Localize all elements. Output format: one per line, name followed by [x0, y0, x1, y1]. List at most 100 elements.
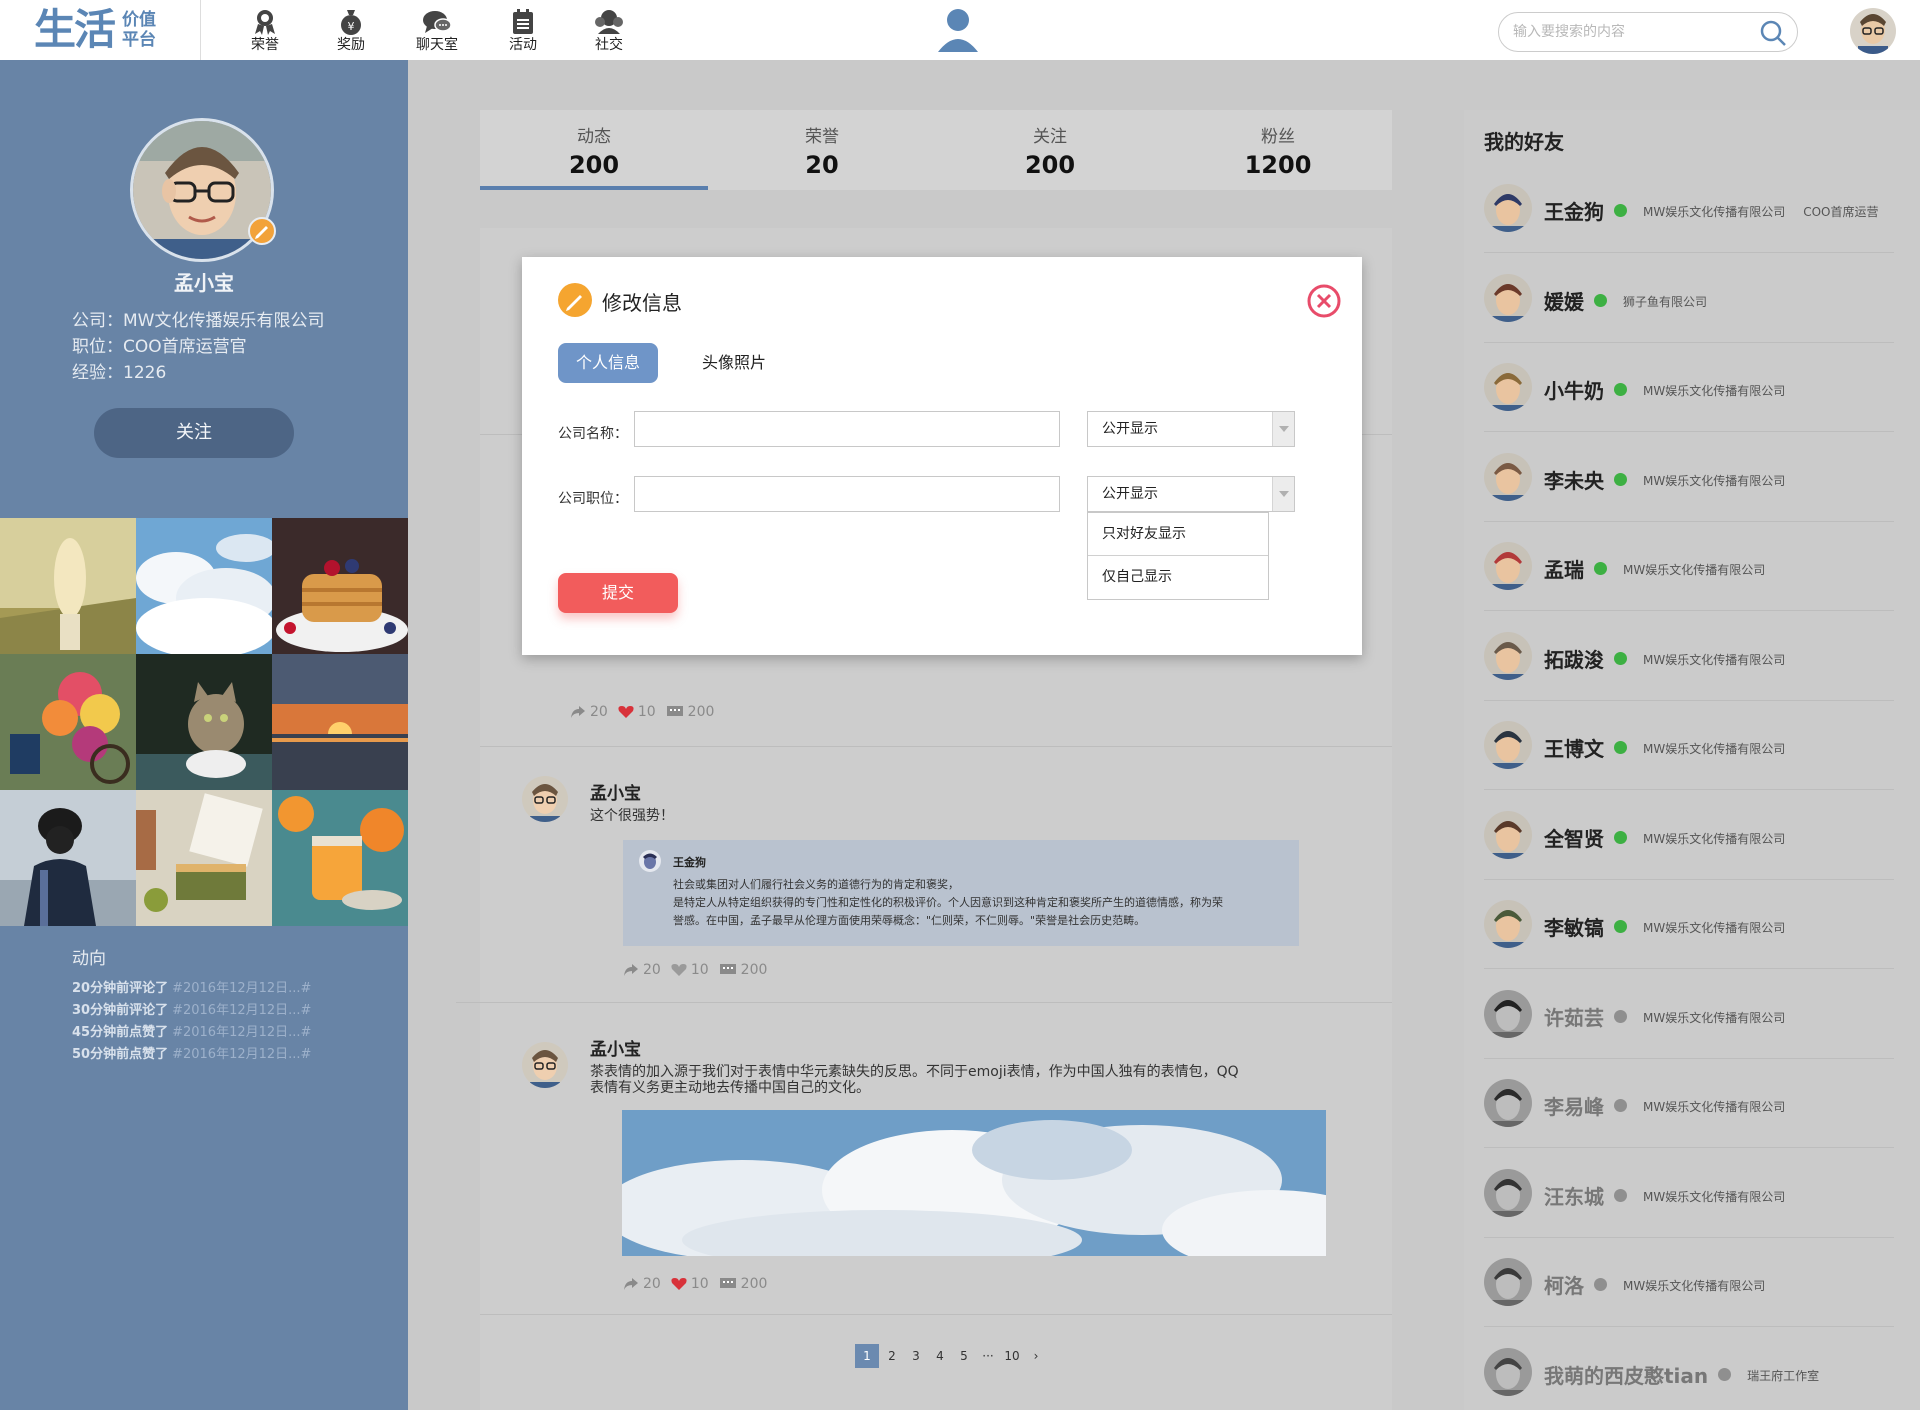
tab-honors[interactable]: 荣誉 20 — [708, 110, 936, 190]
post-author-avatar[interactable] — [522, 776, 568, 822]
edit-avatar-icon[interactable] — [248, 217, 276, 245]
friend-avatar[interactable] — [1484, 989, 1532, 1038]
trend-link[interactable]: #2016年12月12日...# — [172, 978, 311, 1000]
gallery-photo-sunset[interactable] — [272, 654, 408, 790]
current-user-avatar[interactable] — [1850, 8, 1896, 54]
friend-name[interactable]: 李敏镐 — [1544, 916, 1604, 940]
friend-name[interactable]: 柯洛 — [1544, 1274, 1584, 1298]
friend-item[interactable]: 全智贤 MW娱乐文化传播有限公司 — [1484, 791, 1894, 880]
share-button[interactable]: 20 — [570, 704, 608, 720]
nav-item-activity[interactable]: 活动 — [480, 8, 566, 54]
trend-link[interactable]: #2016年12月12日...# — [172, 1022, 311, 1044]
friend-item[interactable]: 孟瑞 MW娱乐文化传播有限公司 — [1484, 522, 1894, 611]
like-button[interactable]: 10 — [671, 1276, 709, 1292]
page-button-last[interactable]: 10 — [1001, 1344, 1023, 1368]
tab-posts[interactable]: 动态 200 — [480, 110, 708, 190]
comment-button[interactable]: 200 — [666, 704, 714, 720]
post-author-name[interactable]: 孟小宝 — [590, 1035, 641, 1060]
comment-button[interactable]: 200 — [719, 962, 767, 978]
gallery-photo-orange-jam[interactable] — [272, 790, 408, 926]
gallery-photo-cat[interactable] — [136, 654, 272, 790]
comment-button[interactable]: 200 — [719, 1276, 767, 1292]
trend-link[interactable]: #2016年12月12日...# — [172, 1000, 311, 1022]
page-button-4[interactable]: 4 — [929, 1344, 951, 1368]
tab-following[interactable]: 关注 200 — [936, 110, 1164, 190]
next-page-button[interactable]: › — [1025, 1344, 1047, 1368]
friend-avatar[interactable] — [1484, 452, 1532, 501]
page-button-2[interactable]: 2 — [881, 1344, 903, 1368]
friend-avatar[interactable] — [1484, 1347, 1532, 1396]
submit-button[interactable]: 提交 — [558, 573, 678, 613]
tab-personal-info[interactable]: 个人信息 — [558, 343, 658, 383]
friend-item[interactable]: 李未央 MW娱乐文化传播有限公司 — [1484, 433, 1894, 522]
company-name-input[interactable] — [634, 411, 1060, 447]
friend-avatar[interactable] — [1484, 1258, 1532, 1306]
friend-avatar[interactable] — [1484, 721, 1532, 769]
position-visibility-select[interactable]: 公开显示 — [1087, 476, 1295, 512]
friend-item[interactable]: 拓跋浚 MW娱乐文化传播有限公司 — [1484, 612, 1894, 701]
page-button-1[interactable]: 1 — [855, 1344, 879, 1368]
post-author-name[interactable]: 孟小宝 — [590, 779, 641, 804]
friend-item[interactable]: 小牛奶 MW娱乐文化传播有限公司 — [1484, 343, 1894, 432]
nav-item-honor[interactable]: 荣誉 — [222, 8, 308, 54]
page-button-3[interactable]: 3 — [905, 1344, 927, 1368]
friend-item[interactable]: 王博文 MW娱乐文化传播有限公司 — [1484, 701, 1894, 790]
gallery-photo-field-girl[interactable] — [0, 518, 136, 654]
page-button-5[interactable]: 5 — [953, 1344, 975, 1368]
friend-avatar[interactable] — [1484, 1168, 1532, 1217]
friend-item[interactable]: 许茹芸 MW娱乐文化传播有限公司 — [1484, 970, 1894, 1059]
friend-name[interactable]: 王博文 — [1544, 737, 1604, 761]
friend-avatar[interactable] — [1484, 1079, 1532, 1127]
gallery-photo-pancakes[interactable] — [272, 518, 408, 654]
friend-name[interactable]: 孟瑞 — [1544, 558, 1584, 582]
nav-item-social[interactable]: 社交 — [566, 8, 652, 54]
close-icon[interactable] — [1306, 283, 1342, 319]
friend-name[interactable]: 拓跋浚 — [1544, 648, 1604, 672]
nav-item-reward[interactable]: ¥ 奖励 — [308, 8, 394, 54]
follow-button[interactable]: 关注 — [94, 408, 294, 458]
trend-link[interactable]: #2016年12月12日...# — [172, 1044, 311, 1066]
friend-name[interactable]: 小牛奶 — [1544, 379, 1604, 403]
user-center-icon[interactable] — [938, 8, 978, 54]
friend-name[interactable]: 李易峰 — [1544, 1095, 1604, 1119]
friend-avatar[interactable] — [1484, 900, 1532, 948]
friend-item[interactable]: 柯洛 MW娱乐文化传播有限公司 — [1484, 1238, 1894, 1327]
friend-name[interactable]: 汪东城 — [1544, 1185, 1604, 1209]
friend-avatar[interactable] — [1484, 184, 1532, 232]
share-button[interactable]: 20 — [623, 962, 661, 978]
like-button[interactable]: 10 — [618, 704, 656, 720]
post-author-avatar[interactable] — [522, 1042, 568, 1088]
option-friends-only[interactable]: 只对好友显示 — [1088, 513, 1268, 556]
friend-item[interactable]: 我萌的西皮憨tian 瑞王府工作室 — [1484, 1328, 1894, 1410]
friend-avatar[interactable] — [1484, 363, 1532, 411]
option-self-only[interactable]: 仅自己显示 — [1088, 556, 1268, 599]
friend-name[interactable]: 王金狗 — [1544, 200, 1604, 224]
friend-name[interactable]: 全智贤 — [1544, 827, 1604, 851]
tab-avatar-photo[interactable]: 头像照片 — [694, 343, 774, 383]
nav-item-chatroom[interactable]: 聊天室 — [394, 8, 480, 54]
friend-avatar[interactable] — [1484, 810, 1532, 859]
friend-name[interactable]: 我萌的西皮憨tian — [1544, 1364, 1708, 1388]
friend-item[interactable]: 李易峰 MW娱乐文化传播有限公司 — [1484, 1059, 1894, 1148]
logo[interactable]: 生活 价值 平台 — [34, 6, 156, 54]
quoted-post[interactable]: 王金狗 社会或集团对人们履行社会义务的道德行为的肯定和褒奖， 是特定人从特定组织… — [623, 840, 1299, 946]
friend-item[interactable]: 王金狗 MW娱乐文化传播有限公司 COO首席运营 — [1484, 164, 1894, 253]
gallery-photo-masked-person[interactable] — [0, 790, 136, 926]
friend-avatar[interactable] — [1484, 631, 1532, 680]
like-button[interactable]: 10 — [671, 962, 709, 978]
gallery-photo-clouds[interactable] — [136, 518, 272, 654]
tab-fans[interactable]: 粉丝 1200 — [1164, 110, 1392, 190]
friend-name[interactable]: 许茹芸 — [1544, 1006, 1604, 1030]
friend-item[interactable]: 李敏镐 MW娱乐文化传播有限公司 — [1484, 880, 1894, 969]
company-position-input[interactable] — [634, 476, 1060, 512]
company-visibility-select[interactable]: 公开显示 — [1087, 411, 1295, 447]
friend-item[interactable]: 媛媛 狮子鱼有限公司 — [1484, 254, 1894, 343]
share-button[interactable]: 20 — [623, 1276, 661, 1292]
friend-item[interactable]: 汪东城 MW娱乐文化传播有限公司 — [1484, 1149, 1894, 1238]
friend-name[interactable]: 李未央 — [1544, 469, 1604, 493]
friend-avatar[interactable] — [1484, 273, 1532, 322]
friend-avatar[interactable] — [1484, 542, 1532, 590]
gallery-photo-picnic[interactable] — [136, 790, 272, 926]
search-input[interactable] — [1513, 21, 1743, 43]
friend-name[interactable]: 媛媛 — [1544, 290, 1584, 314]
